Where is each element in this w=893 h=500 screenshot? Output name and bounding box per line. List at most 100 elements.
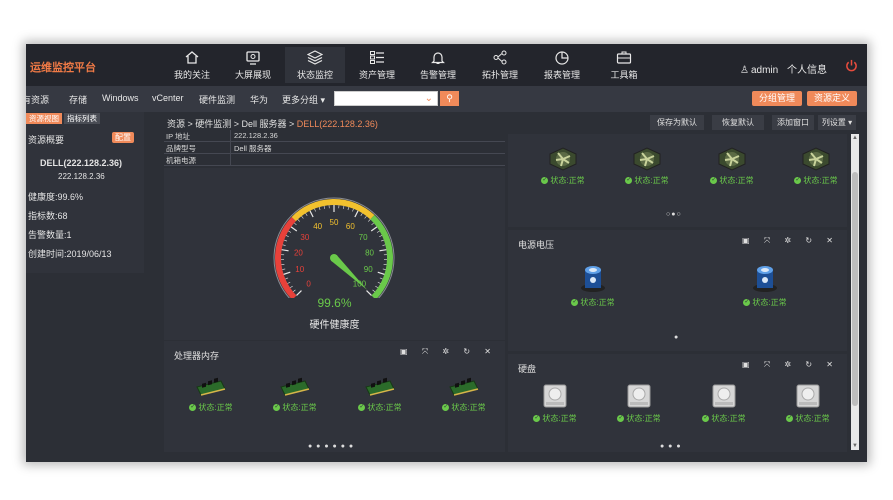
fan-item[interactable]: ✓ 状态:正常	[697, 146, 767, 186]
summary-title: 资源概要	[28, 135, 65, 145]
status-text: 状态:正常	[451, 403, 486, 412]
status-label: ✓ 状态:正常	[345, 402, 415, 413]
memory-icon	[280, 377, 310, 396]
tab-resource-view[interactable]: 资源视图	[26, 113, 62, 124]
nav-label: 工具箱	[610, 70, 638, 80]
status-text: 状态:正常	[580, 298, 615, 307]
power-item[interactable]: ✓ 状态:正常	[558, 260, 628, 308]
resource-define-button[interactable]: 资源定义	[807, 91, 857, 106]
panel-title: 电源电压	[518, 240, 555, 250]
fan-item[interactable]: ✓ 状态:正常	[781, 146, 851, 186]
nav-my-focus[interactable]: 我的关注	[162, 50, 222, 81]
layers-icon	[307, 50, 323, 65]
health-gauge-panel: 0 10 20 30 40 50 60 70 80 90 100 99.6% 硬件健康度	[164, 168, 505, 340]
toolbox-icon	[616, 51, 632, 64]
nav-status-monitor[interactable]: 状态监控	[285, 47, 345, 83]
status-label: ✓ 状态:正常	[689, 413, 759, 424]
nav-toolbox[interactable]: 工具箱	[594, 50, 654, 81]
nav-alarm-manage[interactable]: 告警管理	[408, 50, 468, 81]
memory-item[interactable]: ✓ 状态:正常	[429, 377, 499, 413]
nav-big-screen[interactable]: 大屏展现	[223, 50, 283, 81]
pagination-dots[interactable]: ●	[674, 334, 679, 341]
nav-label: 拓扑管理	[481, 70, 518, 80]
disk-item[interactable]: ✓ 状态:正常	[604, 382, 674, 424]
disk-item[interactable]: ✓ 状态:正常	[689, 382, 759, 424]
restore-default-button[interactable]: 恢复默认	[712, 115, 764, 130]
subnav-huawei[interactable]: 华为	[250, 93, 268, 106]
panel-controls[interactable]: ▣ ⤧ ✲ ↻ ✕	[742, 360, 839, 370]
nav-label: 告警管理	[419, 70, 456, 80]
home-icon	[185, 51, 199, 64]
breadcrumb-path[interactable]: 资源 > 硬件监测 > Dell 服务器 >	[167, 119, 297, 129]
scroll-up-icon[interactable]: ▲	[851, 135, 859, 141]
gauge-tick	[288, 230, 292, 233]
gauge-tick	[289, 285, 293, 289]
gauge-tick	[375, 285, 379, 289]
subnav-storage[interactable]: 存储	[69, 93, 87, 106]
pagination-dots[interactable]: ● ● ● ● ● ●	[308, 443, 354, 450]
power-item[interactable]: ✓ 状态:正常	[730, 260, 800, 308]
memory-item[interactable]: ✓ 状态:正常	[345, 377, 415, 413]
group-manage-button[interactable]: 分组管理	[752, 91, 802, 106]
power-panel: 电源电压 ▣ ⤧ ✲ ↻ ✕ ✓ 状态:正常 ✓ 状态:正常 ●	[508, 230, 847, 351]
nav-report-manage[interactable]: 报表管理	[532, 50, 592, 81]
status-text: 状态:正常	[719, 176, 754, 185]
gauge-tick-label: 20	[294, 248, 303, 257]
panel-controls[interactable]: ▣ ⤧ ✲ ↻ ✕	[742, 236, 839, 246]
check-icon: ✓	[358, 404, 366, 412]
profile-link[interactable]: 个人信息	[787, 65, 827, 76]
nav-asset-manage[interactable]: 资产管理	[347, 50, 407, 81]
pie-chart-icon	[555, 51, 569, 65]
column-settings-button[interactable]: 列设置 ▾	[818, 115, 856, 130]
memory-item[interactable]: ✓ 状态:正常	[260, 377, 330, 413]
search-icon: ⚲	[446, 93, 453, 103]
subnav-hardware[interactable]: 硬件监测	[199, 93, 235, 106]
pagination-dots[interactable]: ○●○	[666, 211, 682, 218]
fan-icon	[633, 147, 661, 171]
fan-icon	[549, 147, 577, 171]
nav-label: 资产管理	[358, 70, 395, 80]
gauge-tick-label: 90	[364, 265, 373, 274]
table-row: 机箱电源	[164, 154, 505, 166]
disk-item[interactable]: ✓ 状态:正常	[520, 382, 590, 424]
scrollbar-thumb[interactable]	[852, 172, 858, 406]
gauge-tick	[371, 222, 374, 226]
gauge-tick-label: 0	[306, 279, 311, 288]
scroll-down-icon[interactable]: ▼	[851, 443, 859, 449]
gauge-tick	[323, 205, 325, 209]
check-icon: ✓	[702, 415, 710, 423]
fan-item[interactable]: ✓ 状态:正常	[612, 146, 682, 186]
gauge-tick	[305, 213, 308, 216]
fan-icon	[802, 147, 830, 171]
add-window-button[interactable]: 添加窗口	[772, 115, 814, 130]
scrollbar[interactable]: ▲ ▼	[851, 134, 859, 450]
power-icon[interactable]	[845, 59, 858, 72]
status-label: ✓ 状态:正常	[528, 175, 598, 186]
status-text: 状态:正常	[626, 414, 661, 423]
subnav-all-resources[interactable]: 有资源	[26, 93, 49, 106]
memory-item[interactable]: ✓ 状态:正常	[176, 377, 246, 413]
gauge-tick	[285, 277, 289, 280]
fan-item[interactable]: ✓ 状态:正常	[528, 146, 598, 186]
subnav-more-groups[interactable]: 更多分组 ▾	[282, 93, 325, 106]
status-label: ✓ 状态:正常	[612, 175, 682, 186]
search-input[interactable]: ⌄	[334, 91, 438, 106]
subnav-vcenter[interactable]: vCenter	[152, 93, 184, 103]
panel-controls[interactable]: ▣ ⤧ ✲ ↻ ✕	[400, 347, 497, 357]
config-button[interactable]: 配置	[112, 132, 134, 143]
pagination-dots[interactable]: ● ● ●	[660, 443, 682, 450]
sub-nav: 有资源 存储 Windows vCenter 硬件监测 华为 更多分组 ▾ ⌄ …	[26, 86, 867, 112]
save-default-button[interactable]: 保存为默认	[650, 115, 704, 130]
subnav-windows[interactable]: Windows	[102, 93, 139, 103]
resource-summary-panel: 资源视图 指标列表 资源概要 配置 DELL(222.128.2.36) 222…	[26, 112, 144, 273]
username[interactable]: admin	[751, 65, 778, 76]
disk-item[interactable]: ✓ 状态:正常	[773, 382, 843, 424]
check-icon: ✓	[625, 177, 633, 185]
gauge-tick	[379, 249, 387, 252]
nav-topology-manage[interactable]: 拓扑管理	[470, 50, 530, 81]
tab-metric-list[interactable]: 指标列表	[64, 113, 100, 124]
gauge-tick	[343, 205, 345, 209]
hard-disk-icon	[796, 384, 820, 408]
power-supply-icon	[753, 266, 777, 292]
search-button[interactable]: ⚲	[440, 91, 459, 106]
